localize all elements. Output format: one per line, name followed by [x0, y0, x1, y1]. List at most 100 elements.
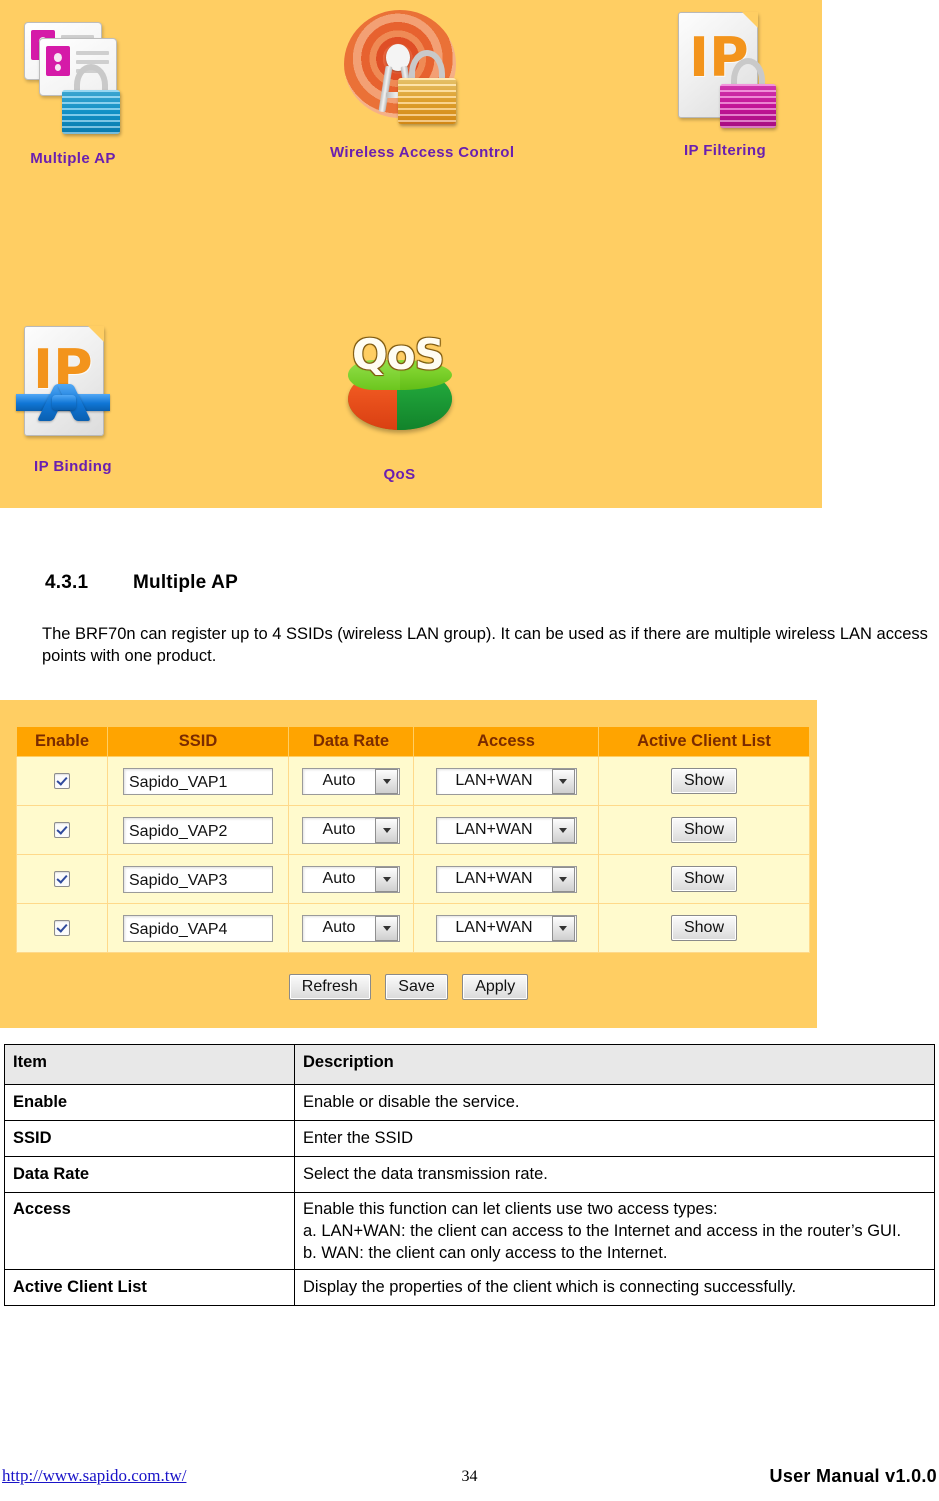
- cell-ssid: Sapido_VAP2: [107, 805, 289, 855]
- cell-access: LAN+WAN: [413, 854, 599, 904]
- cell-access: LAN+WAN: [413, 805, 599, 855]
- table-row: Data Rate Select the data transmission r…: [4, 1156, 935, 1193]
- desc-item-name: Access: [4, 1192, 295, 1270]
- feature-icon-label: Multiple AP: [30, 150, 116, 167]
- cell-enable: [16, 903, 108, 953]
- access-value: LAN+WAN: [455, 772, 533, 789]
- show-button-vap2[interactable]: Show: [670, 817, 738, 843]
- cell-ssid: Sapido_VAP1: [107, 756, 289, 806]
- ssid-input-vap2[interactable]: Sapido_VAP2: [123, 816, 273, 844]
- ssid-input-vap3[interactable]: Sapido_VAP3: [123, 865, 273, 893]
- table-row: Active Client List Display the propertie…: [4, 1269, 935, 1306]
- table-row: Sapido_VAP3 Auto LAN+WAN Show: [16, 854, 810, 904]
- access-value: LAN+WAN: [455, 919, 533, 936]
- show-button-vap3[interactable]: Show: [670, 866, 738, 892]
- chevron-down-icon[interactable]: [551, 817, 575, 843]
- table-row: SSID Enter the SSID: [4, 1120, 935, 1157]
- cell-ssid: Sapido_VAP3: [107, 854, 289, 904]
- data-rate-select-vap1[interactable]: Auto: [302, 767, 400, 795]
- cell-active-client-list: Show: [598, 805, 810, 855]
- column-header-active-client-list: Active Client List: [598, 726, 810, 757]
- section-heading: 4.3.1 Multiple AP: [45, 572, 238, 594]
- chevron-down-icon[interactable]: [375, 915, 398, 941]
- cell-data-rate: Auto: [288, 854, 414, 904]
- access-select-vap4[interactable]: LAN+WAN: [435, 914, 577, 942]
- enable-checkbox-vap4[interactable]: [54, 919, 70, 936]
- desc-item-text: Enter the SSID: [294, 1120, 935, 1157]
- section-title: Multiple AP: [133, 572, 238, 593]
- chevron-down-icon[interactable]: [375, 768, 398, 794]
- cell-enable: [16, 756, 108, 806]
- table-row: Sapido_VAP2 Auto LAN+WAN Show: [16, 805, 810, 855]
- cell-data-rate: Auto: [288, 903, 414, 953]
- feature-icon-label: QoS: [383, 466, 416, 483]
- feature-icon-ip-filtering[interactable]: IP IP Filtering: [660, 6, 790, 159]
- cell-active-client-list: Show: [598, 854, 810, 904]
- column-header-ssid: SSID: [107, 726, 289, 757]
- feature-icon-label: IP Filtering: [683, 142, 767, 159]
- ip-document-magenta-lock-icon: IP: [660, 6, 790, 136]
- enable-checkbox-vap1[interactable]: [54, 772, 70, 789]
- feature-icon-multiple-ap[interactable]: Multiple AP: [8, 14, 138, 167]
- feature-icon-wireless-access-control[interactable]: Wireless Access Control: [330, 8, 515, 161]
- cell-enable: [16, 805, 108, 855]
- enable-checkbox-vap2[interactable]: [54, 821, 70, 838]
- ssid-input-vap4[interactable]: Sapido_VAP4: [123, 914, 273, 942]
- data-rate-select-vap2[interactable]: Auto: [302, 816, 400, 844]
- chevron-down-icon[interactable]: [551, 866, 575, 892]
- save-button[interactable]: Save: [385, 974, 448, 1000]
- desc-item-name: Active Client List: [4, 1269, 295, 1306]
- chevron-down-icon[interactable]: [375, 866, 398, 892]
- cell-ssid: Sapido_VAP4: [107, 903, 289, 953]
- section-paragraph: The BRF70n can register up to 4 SSIDs (w…: [42, 625, 928, 665]
- cell-enable: [16, 854, 108, 904]
- feature-icon-label: Wireless Access Control: [330, 144, 515, 161]
- id-cards-blue-lock-icon: [8, 14, 138, 144]
- column-header-enable: Enable: [16, 726, 108, 757]
- cell-active-client-list: Show: [598, 903, 810, 953]
- gui-action-bar: Refresh Save Apply: [0, 974, 817, 1000]
- data-rate-value: Auto: [322, 821, 356, 838]
- desc-item-name: Data Rate: [4, 1156, 295, 1193]
- access-select-vap2[interactable]: LAN+WAN: [435, 816, 577, 844]
- access-select-vap3[interactable]: LAN+WAN: [435, 865, 577, 893]
- desc-table-header-row: Item Description: [4, 1044, 935, 1085]
- chevron-down-icon[interactable]: [375, 817, 398, 843]
- item-description-table: Item Description Enable Enable or disabl…: [4, 1044, 935, 1306]
- feature-icon-ip-binding[interactable]: IP IP Binding: [8, 322, 138, 475]
- chevron-down-icon[interactable]: [551, 768, 575, 794]
- multiple-ap-config-table: Enable SSID Data Rate Access Active Clie…: [16, 726, 810, 953]
- data-rate-value: Auto: [322, 919, 356, 936]
- section-number: 4.3.1: [45, 572, 89, 593]
- data-rate-select-vap3[interactable]: Auto: [302, 865, 400, 893]
- chevron-down-icon[interactable]: [551, 915, 575, 941]
- feature-icon-panel: Multiple AP Wireless Access Control IP I…: [0, 0, 822, 508]
- data-rate-select-vap4[interactable]: Auto: [302, 914, 400, 942]
- table-row: Enable Enable or disable the service.: [4, 1084, 935, 1121]
- desc-item-text: Enable this function can let clients use…: [294, 1192, 935, 1270]
- table-row: Sapido_VAP1 Auto LAN+WAN Show: [16, 756, 810, 806]
- cell-data-rate: Auto: [288, 756, 414, 806]
- column-header-data-rate: Data Rate: [288, 726, 414, 757]
- apply-button[interactable]: Apply: [462, 974, 529, 1000]
- desc-item-name: Enable: [4, 1084, 295, 1121]
- enable-checkbox-vap3[interactable]: [54, 870, 70, 887]
- feature-icon-qos[interactable]: QoS QoS: [332, 330, 467, 483]
- desc-column-header-item: Item: [4, 1044, 295, 1085]
- column-header-access: Access: [413, 726, 599, 757]
- feature-icon-label: IP Binding: [34, 458, 112, 475]
- wireless-signal-gold-lock-icon: [330, 8, 470, 138]
- refresh-button[interactable]: Refresh: [288, 974, 371, 1000]
- show-button-vap4[interactable]: Show: [670, 915, 738, 941]
- access-value: LAN+WAN: [455, 821, 533, 838]
- ip-document-blue-chain-icon: IP: [8, 322, 138, 452]
- access-select-vap1[interactable]: LAN+WAN: [435, 767, 577, 795]
- desc-item-text: Enable or disable the service.: [294, 1084, 935, 1121]
- footer-manual-version: User Manual v1.0.0: [769, 1466, 937, 1486]
- data-rate-value: Auto: [322, 870, 356, 887]
- ssid-input-vap1[interactable]: Sapido_VAP1: [123, 767, 273, 795]
- show-button-vap1[interactable]: Show: [670, 768, 738, 794]
- desc-item-text: Select the data transmission rate.: [294, 1156, 935, 1193]
- router-gui-screenshot: Enable SSID Data Rate Access Active Clie…: [0, 700, 817, 1028]
- page-footer: http://www.sapido.com.tw/ 34 User Manual…: [0, 1466, 939, 1496]
